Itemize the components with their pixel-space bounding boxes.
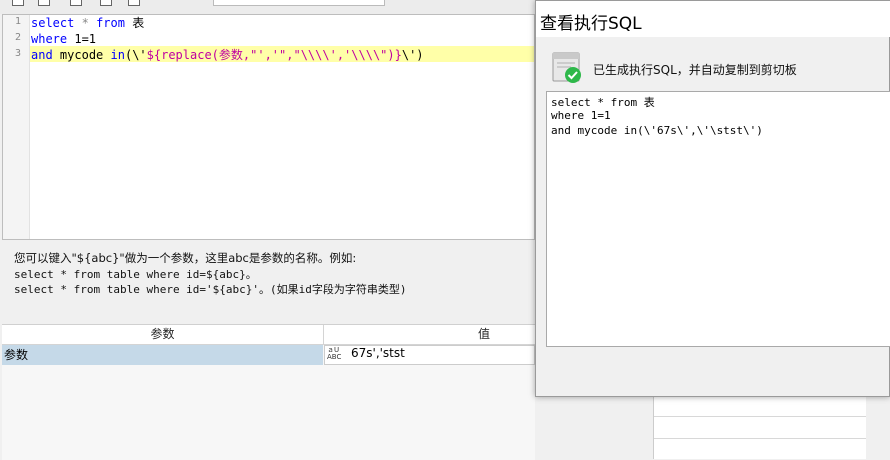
toolbar-search-field[interactable] <box>213 0 385 6</box>
toolbar-save-icon[interactable] <box>70 0 82 6</box>
toolbar-new-icon[interactable] <box>12 0 24 6</box>
toolbar-paste-icon[interactable] <box>128 0 140 6</box>
identifier: 表 <box>132 16 145 30</box>
background-window <box>535 395 890 459</box>
keyword: in <box>110 48 125 62</box>
parameter-value[interactable]: 67s','stst <box>351 346 405 360</box>
parameter-grid: 参数 值 参数 ａU ABC 67s','stst <box>2 324 535 460</box>
help-text: 您可以键入"${abc}"做为一个参数，这里abc是参数的名称。例如: <box>14 251 357 265</box>
keyword: where <box>31 32 68 46</box>
line-number: 3 <box>14 48 21 59</box>
dialog-title: 查看执行SQL <box>540 14 642 34</box>
toolbar-open-icon[interactable] <box>38 0 50 6</box>
parameter-name-cell[interactable]: 参数 <box>2 345 323 365</box>
sql-output-line: select * from 表 <box>551 96 655 109</box>
background-list <box>653 395 866 459</box>
success-icon <box>552 52 582 84</box>
line-number-gutter: 1 2 3 <box>3 15 30 239</box>
parameter-expression: ${replace(参数,"','","\\\\','\\\\")} <box>146 48 402 62</box>
condition: 1=1 <box>74 32 97 46</box>
dialog-message: 已生成执行SQL，并自动复制到剪切板 <box>593 63 797 77</box>
help-example: select * from table where id='${abc}'。(如… <box>14 283 407 296</box>
dialog-titlebar[interactable]: 查看执行SQL <box>536 1 890 37</box>
sql-output-line: where 1=1 <box>551 109 611 122</box>
identifier: mycode <box>59 48 104 62</box>
code-line-3: and mycode in(\'${replace(参数,"','","\\\\… <box>31 47 424 63</box>
text-type-icon[interactable]: ａU ABC <box>327 347 345 364</box>
grid-header: 参数 值 <box>2 325 535 345</box>
line-number: 1 <box>14 16 21 27</box>
table-row[interactable]: 参数 ａU ABC 67s','stst <box>2 345 535 365</box>
column-header-name[interactable]: 参数 <box>2 325 323 344</box>
toolbar <box>0 0 535 14</box>
sql-editor[interactable]: 1 2 3 select * from 表 where 1=1 and myco… <box>2 14 535 240</box>
view-sql-dialog: 查看执行SQL 已生成执行SQL，并自动复制到剪切板 select * from… <box>535 0 890 397</box>
keyword: from <box>96 16 125 30</box>
type-icon-bottom: ABC <box>327 353 342 361</box>
code-line-1: select * from 表 <box>31 15 144 31</box>
keyword: and <box>31 48 53 62</box>
list-divider <box>654 416 866 417</box>
list-divider <box>654 438 866 439</box>
parameter-value-cell[interactable]: ａU ABC 67s','stst <box>324 345 535 365</box>
paren-open: (\' <box>124 48 147 62</box>
line-number: 2 <box>14 32 21 43</box>
paren-close: \') <box>401 48 424 62</box>
sql-output-line: and mycode in(\'67s\',\'\stst\') <box>551 124 763 137</box>
generated-sql-textarea[interactable]: select * from 表 where 1=1 and mycode in(… <box>546 91 890 347</box>
help-example: select * from table where id=${abc}。 <box>14 268 257 281</box>
help-panel: 您可以键入"${abc}"做为一个参数，这里abc是参数的名称。例如: sele… <box>0 240 535 324</box>
operator: * <box>81 16 89 30</box>
code-line-2: where 1=1 <box>31 31 96 47</box>
keyword: select <box>31 16 75 30</box>
toolbar-copy-icon[interactable] <box>100 0 112 6</box>
